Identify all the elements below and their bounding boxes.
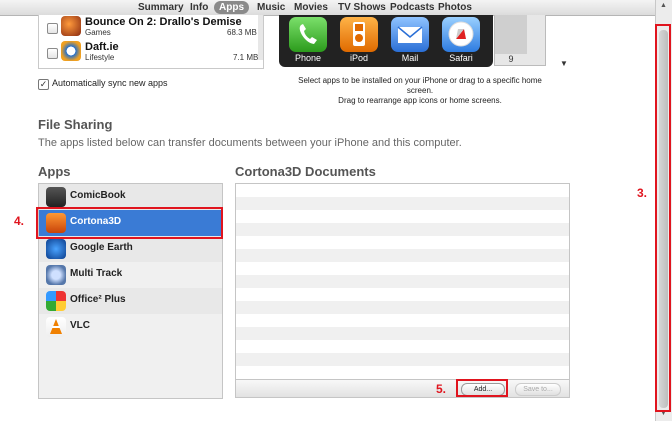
multi-track-icon bbox=[46, 265, 66, 285]
list-item[interactable]: Daft.ie Lifestyle 7.1 MB bbox=[39, 40, 263, 64]
comicbook-icon bbox=[46, 187, 66, 207]
documents-list[interactable] bbox=[235, 183, 570, 398]
tab-music[interactable]: Music bbox=[257, 1, 285, 14]
safari-icon[interactable] bbox=[442, 17, 480, 52]
list-item[interactable]: VLC bbox=[39, 314, 222, 340]
tab-info[interactable]: Info bbox=[190, 1, 208, 14]
list-item[interactable]: Google Earth bbox=[39, 236, 222, 262]
tab-photos[interactable]: Photos bbox=[438, 1, 472, 14]
app-name: ComicBook bbox=[70, 190, 126, 201]
bounce-app-icon bbox=[61, 16, 81, 36]
dock-label-ipod: iPod bbox=[349, 53, 368, 63]
documents-toolbar: Add... Save to... bbox=[235, 379, 570, 398]
home-screen-hint: Select apps to be installed on your iPho… bbox=[285, 76, 555, 106]
annotation-box-scrollbar bbox=[655, 24, 671, 412]
tab-apps[interactable]: Apps bbox=[214, 1, 249, 14]
office-plus-icon bbox=[46, 291, 66, 311]
iphone-home-screen[interactable]: Phone iPod Mail Safari bbox=[279, 15, 493, 67]
daft-app-icon bbox=[61, 41, 81, 61]
app-size: 7.1 MB bbox=[233, 53, 259, 62]
section-description: The apps listed below can transfer docum… bbox=[38, 137, 462, 149]
dock-label-safari: Safari bbox=[449, 53, 473, 63]
app-category: Games bbox=[85, 28, 111, 37]
tab-summary[interactable]: Summary bbox=[138, 1, 184, 14]
list-scrollbar[interactable] bbox=[258, 15, 263, 60]
documents-heading: Cortona3D Documents bbox=[235, 164, 376, 179]
hint-line: Drag to rearrange app icons or home scre… bbox=[338, 96, 502, 105]
page-down-arrow-icon[interactable]: ▼ bbox=[560, 59, 568, 68]
annotation-number: 4. bbox=[14, 214, 25, 228]
app-name: Multi Track bbox=[70, 268, 123, 279]
dock-label-phone: Phone bbox=[294, 53, 322, 63]
list-item[interactable]: Office² Plus bbox=[39, 288, 222, 314]
tab-movies[interactable]: Movies bbox=[294, 1, 328, 14]
mail-icon[interactable] bbox=[391, 17, 429, 52]
app-size: 68.3 MB bbox=[227, 28, 257, 37]
vlc-cone-icon bbox=[46, 317, 66, 337]
app-name: Daft.ie bbox=[85, 41, 119, 53]
list-item[interactable]: Multi Track bbox=[39, 262, 222, 288]
tab-tv-shows[interactable]: TV Shows bbox=[338, 1, 386, 14]
save-to-button[interactable]: Save to... bbox=[515, 383, 561, 396]
phone-icon[interactable] bbox=[289, 17, 327, 52]
app-name: Bounce On 2: Drallo's Demise bbox=[85, 16, 242, 28]
autosync-option[interactable]: ✓ Automatically sync new apps bbox=[38, 78, 168, 90]
list-item[interactable]: Bounce On 2: Drallo's Demise Games 68.3 … bbox=[39, 15, 263, 39]
annotation-box-cortona3d bbox=[36, 207, 223, 239]
sync-checkbox[interactable] bbox=[47, 23, 58, 34]
app-name: VLC bbox=[70, 320, 90, 331]
tab-bar: Summary Info Apps Music Movies TV Shows … bbox=[0, 0, 655, 16]
google-earth-icon bbox=[46, 239, 66, 259]
home-screen-page[interactable] bbox=[495, 15, 527, 54]
app-category: Lifestyle bbox=[85, 53, 115, 62]
app-name: Office² Plus bbox=[70, 294, 126, 305]
sync-checkbox[interactable] bbox=[47, 48, 58, 59]
tab-podcasts[interactable]: Podcasts bbox=[390, 1, 434, 14]
app-name: Google Earth bbox=[70, 242, 133, 253]
dock-label-mail: Mail bbox=[401, 53, 419, 63]
annotation-number: 5. bbox=[436, 382, 447, 396]
section-title: File Sharing bbox=[38, 117, 113, 132]
page-number: 9 bbox=[508, 54, 514, 64]
scroll-up-arrow-icon[interactable]: ▲ bbox=[660, 2, 667, 9]
sync-app-list[interactable]: Bounce On 2: Drallo's Demise Games 68.3 … bbox=[38, 15, 264, 69]
annotation-number: 3. bbox=[637, 186, 648, 200]
ipod-icon[interactable] bbox=[340, 17, 378, 52]
autosync-label: Automatically sync new apps bbox=[52, 78, 168, 88]
annotation-box-add bbox=[456, 379, 508, 397]
apps-heading: Apps bbox=[38, 164, 71, 179]
check-icon[interactable]: ✓ bbox=[38, 79, 49, 90]
hint-line: Select apps to be installed on your iPho… bbox=[298, 76, 542, 95]
